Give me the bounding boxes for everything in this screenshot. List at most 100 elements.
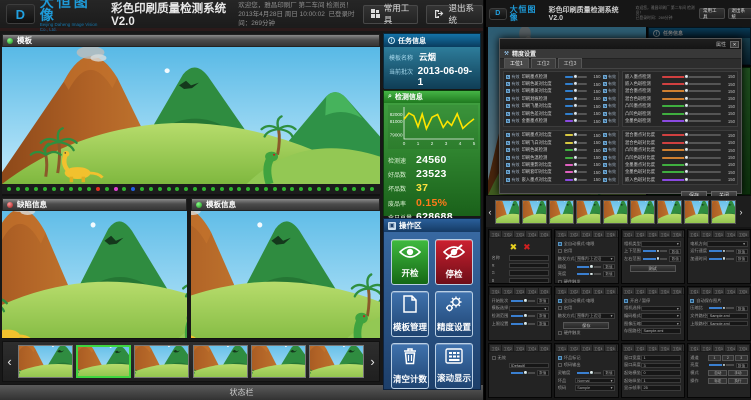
- station-tab[interactable]: 工位5: [539, 288, 550, 294]
- slider-knob[interactable]: [573, 177, 578, 182]
- station-tab[interactable]: 工位4: [725, 231, 736, 237]
- checkbox-checked-icon[interactable]: ✓: [603, 119, 607, 123]
- text-input[interactable]: 1: [641, 355, 681, 361]
- mini-button[interactable]: 1: [708, 355, 720, 361]
- dialog-tab[interactable]: 工位3: [558, 58, 583, 68]
- slider-knob[interactable]: [684, 81, 689, 86]
- station-tab[interactable]: 工位4: [659, 345, 670, 351]
- checkbox-checked-icon[interactable]: ✓: [506, 141, 510, 145]
- station-tab[interactable]: 工位4: [725, 345, 736, 351]
- checkbox-checked-icon[interactable]: ✓: [603, 75, 607, 79]
- station-tab[interactable]: 工位5: [605, 345, 616, 351]
- slider[interactable]: [662, 83, 721, 85]
- slider-knob[interactable]: [523, 298, 528, 303]
- slider-knob[interactable]: [684, 155, 689, 160]
- checkbox-checked-icon[interactable]: ✓: [603, 141, 607, 145]
- slider[interactable]: [643, 258, 667, 260]
- slider[interactable]: [565, 157, 587, 159]
- station-tab[interactable]: 工位3: [581, 288, 592, 294]
- slider-knob[interactable]: [684, 132, 689, 137]
- slider[interactable]: [565, 90, 587, 92]
- station-tab[interactable]: 工位4: [725, 288, 736, 294]
- mini-button[interactable]: 标定: [708, 378, 727, 384]
- filmstrip-thumbnail[interactable]: [251, 345, 306, 378]
- workspace-next-icon[interactable]: ›: [737, 207, 745, 217]
- text-input[interactable]: 3: [641, 363, 681, 369]
- text-input[interactable]: Sample.xml: [641, 328, 681, 334]
- slider-knob[interactable]: [684, 169, 689, 174]
- slider-knob[interactable]: [573, 140, 578, 145]
- station-tab[interactable]: 工位2: [502, 345, 513, 351]
- workspace-thumbnail[interactable]: [495, 200, 520, 224]
- slider-knob[interactable]: [573, 96, 578, 101]
- dropdown[interactable]: ▾: [641, 313, 681, 319]
- slider-knob[interactable]: [573, 88, 578, 93]
- checkbox-checked-icon[interactable]: ✓: [506, 82, 510, 86]
- station-tab[interactable]: 工位2: [635, 345, 646, 351]
- op-button[interactable]: 精度设置: [435, 291, 473, 337]
- slider-knob[interactable]: [722, 306, 727, 311]
- station-tab[interactable]: 工位3: [713, 288, 724, 294]
- station-tab[interactable]: 工位1: [623, 231, 634, 237]
- slider[interactable]: [565, 164, 587, 166]
- station-tab[interactable]: 工位3: [713, 231, 724, 237]
- station-tab[interactable]: 工位4: [593, 288, 604, 294]
- text-input[interactable]: 0: [641, 370, 681, 376]
- workspace-thumbnail[interactable]: [684, 200, 709, 224]
- checkbox-checked-icon[interactable]: ✓: [603, 82, 607, 86]
- slider[interactable]: [709, 258, 733, 260]
- checkbox-unchecked-icon[interactable]: [558, 331, 562, 335]
- checkbox-checked-icon[interactable]: ✓: [506, 133, 510, 137]
- dropdown[interactable]: Normal▾: [575, 378, 615, 384]
- station-tab[interactable]: 工位3: [514, 288, 525, 294]
- slider[interactable]: [662, 164, 721, 166]
- slider-knob[interactable]: [684, 140, 689, 145]
- slider-knob[interactable]: [684, 74, 689, 79]
- slider-knob[interactable]: [573, 118, 578, 123]
- yellow-mark-icon[interactable]: ✖: [510, 242, 518, 252]
- station-tab[interactable]: 工位3: [647, 345, 658, 351]
- close-icon[interactable]: ✕: [730, 41, 739, 48]
- workspace-thumbnail[interactable]: [549, 200, 574, 224]
- slider-knob[interactable]: [573, 81, 578, 86]
- text-input[interactable]: [509, 278, 549, 284]
- slider-knob[interactable]: [684, 147, 689, 152]
- checkbox-checked-icon[interactable]: ✓: [506, 89, 510, 93]
- slider-knob[interactable]: [573, 132, 578, 137]
- workspace-thumbnail[interactable]: [630, 200, 655, 224]
- text-input[interactable]: [Default]: [509, 363, 549, 369]
- text-input[interactable]: 1: [641, 378, 681, 384]
- workspace-prev-icon[interactable]: ‹: [486, 207, 494, 217]
- slider-knob[interactable]: [684, 162, 689, 167]
- filmstrip-thumbnail[interactable]: [134, 345, 189, 378]
- checkbox-checked-icon[interactable]: ✓: [506, 112, 510, 116]
- slider-knob[interactable]: [684, 103, 689, 108]
- mini-button[interactable]: 执行: [728, 378, 747, 384]
- slider[interactable]: [662, 90, 721, 92]
- slider-knob[interactable]: [573, 147, 578, 152]
- workspace-thumbnail[interactable]: [522, 200, 547, 224]
- station-tab[interactable]: 工位5: [737, 288, 748, 294]
- exit-button[interactable]: 退出系统: [426, 5, 483, 24]
- station-tab[interactable]: 工位5: [605, 231, 616, 237]
- slider-knob[interactable]: [656, 249, 661, 254]
- dropdown[interactable]: 图像内·上边沿▾: [575, 313, 615, 319]
- workspace-thumbnail[interactable]: [711, 200, 736, 224]
- slider-knob[interactable]: [684, 88, 689, 93]
- slider-knob[interactable]: [589, 370, 594, 375]
- station-tab[interactable]: 工位3: [514, 345, 525, 351]
- checkbox-checked-icon[interactable]: ✓: [506, 170, 510, 174]
- dialog-tab[interactable]: 工位2: [531, 58, 556, 68]
- slider[interactable]: [565, 113, 587, 115]
- station-tab[interactable]: 工位5: [671, 231, 682, 237]
- station-tab[interactable]: 工位4: [659, 288, 670, 294]
- station-tab[interactable]: 工位2: [701, 345, 712, 351]
- dropdown[interactable]: ▾: [707, 241, 747, 247]
- slider[interactable]: [662, 149, 721, 151]
- checkbox-checked-icon[interactable]: [558, 299, 562, 303]
- slider[interactable]: [577, 266, 601, 268]
- filmstrip-thumbnail[interactable]: [309, 345, 364, 378]
- slider-knob[interactable]: [589, 264, 594, 269]
- checkbox-checked-icon[interactable]: ✓: [506, 97, 510, 101]
- stop-inspection-button[interactable]: 停检: [435, 239, 473, 285]
